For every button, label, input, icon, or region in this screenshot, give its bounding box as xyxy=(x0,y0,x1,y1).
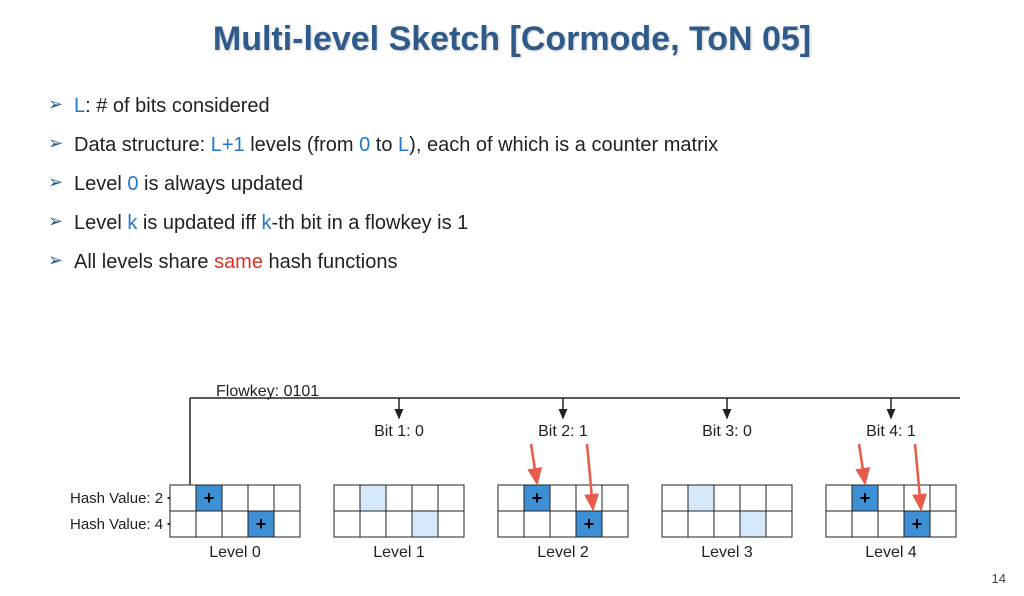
grid-cell xyxy=(196,511,222,537)
grid-cell xyxy=(714,485,740,511)
grid-cell xyxy=(360,511,386,537)
grid-cell xyxy=(826,511,852,537)
grid-cell xyxy=(412,485,438,511)
page-number: 14 xyxy=(992,571,1006,586)
b2-p1: Data structure: xyxy=(74,134,211,156)
grid-cell xyxy=(360,485,386,511)
level-label: Level 3 xyxy=(701,544,753,561)
bullet-list: L: # of bits considered Data structure: … xyxy=(48,87,1024,282)
slide-title: Multi-level Sketch [Cormode, ToN 05] xyxy=(0,20,1024,59)
grid-cell xyxy=(688,511,714,537)
grid-cell xyxy=(498,511,524,537)
bullet-1-rest: : # of bits considered xyxy=(85,95,270,117)
b3-zero: 0 xyxy=(127,173,138,195)
grid-cell xyxy=(662,485,688,511)
grid-cell xyxy=(878,485,904,511)
bullet-2: Data structure: L+1 levels (from 0 to L)… xyxy=(48,126,1024,165)
grid-cell xyxy=(550,511,576,537)
grid-cell xyxy=(274,485,300,511)
grid-cell xyxy=(740,485,766,511)
hash-label-2: Hash Value: 4 xyxy=(70,516,163,533)
update-arrow xyxy=(859,444,865,483)
plus-icon: + xyxy=(256,514,267,534)
grid-cell xyxy=(170,485,196,511)
b3-p1: Level xyxy=(74,173,127,195)
grid-cell xyxy=(826,485,852,511)
grid-cell xyxy=(930,511,956,537)
b4-p3: -th bit in a flowkey is 1 xyxy=(272,212,469,234)
grid-cell xyxy=(878,511,904,537)
b2-L: L xyxy=(398,134,409,156)
level-label: Level 4 xyxy=(865,544,917,561)
grid-cell xyxy=(602,485,628,511)
grid-cell xyxy=(334,485,360,511)
bullet-1: L: # of bits considered xyxy=(48,87,1024,126)
b2-p2: levels (from xyxy=(245,134,359,156)
b3-p2: is always updated xyxy=(139,173,304,195)
plus-icon: + xyxy=(912,514,923,534)
plus-icon: + xyxy=(584,514,595,534)
grid-cell xyxy=(904,485,930,511)
grid-cell xyxy=(766,511,792,537)
grid-cell xyxy=(852,511,878,537)
grid-cell xyxy=(688,485,714,511)
grid-cell xyxy=(550,485,576,511)
bullet-1-L: L xyxy=(74,95,85,117)
flowkey-label: Flowkey: 0101 xyxy=(216,383,319,400)
grid-cell xyxy=(438,511,464,537)
b2-zero: 0 xyxy=(359,134,370,156)
hash-label-1: Hash Value: 2 xyxy=(70,490,163,507)
bullet-5: All levels share same hash functions xyxy=(48,243,1024,282)
grid-cell xyxy=(662,511,688,537)
grid-cell xyxy=(602,511,628,537)
bit-label: Bit 3: 0 xyxy=(702,423,752,440)
bit-label: Bit 1: 0 xyxy=(374,423,424,440)
grid-cell xyxy=(524,511,550,537)
b2-p3: to xyxy=(370,134,398,156)
grid-cell xyxy=(386,485,412,511)
level-label: Level 0 xyxy=(209,544,261,561)
grid-cell xyxy=(170,511,196,537)
b4-p2: is updated iff xyxy=(137,212,261,234)
sketch-diagram: Flowkey: 0101 Hash Value: 2 Hash Value: 4 +… xyxy=(0,380,1024,580)
b2-Lp1: L+1 xyxy=(211,134,245,156)
grid-cell xyxy=(274,511,300,537)
plus-icon: + xyxy=(532,488,543,508)
grid-cell xyxy=(498,485,524,511)
b2-p4: ), each of which is a counter matrix xyxy=(409,134,718,156)
plus-icon: + xyxy=(860,488,871,508)
plus-icon: + xyxy=(204,488,215,508)
bit-label: Bit 2: 1 xyxy=(538,423,588,440)
grid-cell xyxy=(438,485,464,511)
grid-cell xyxy=(740,511,766,537)
bit-label: Bit 4: 1 xyxy=(866,423,916,440)
level-label: Level 1 xyxy=(373,544,425,561)
b4-k2: k xyxy=(262,212,272,234)
grid-cell xyxy=(248,485,274,511)
grid-cell xyxy=(334,511,360,537)
grid-cell xyxy=(386,511,412,537)
grid-cell xyxy=(222,485,248,511)
bullet-4: Level k is updated iff k-th bit in a flo… xyxy=(48,204,1024,243)
b4-k: k xyxy=(127,212,137,234)
b5-p2: hash functions xyxy=(263,251,398,273)
grid-cell xyxy=(714,511,740,537)
bullet-3: Level 0 is always updated xyxy=(48,165,1024,204)
grid-cell xyxy=(222,511,248,537)
grid-cell xyxy=(576,485,602,511)
b5-p1: All levels share xyxy=(74,251,214,273)
b5-same: same xyxy=(214,251,263,273)
update-arrow xyxy=(531,444,537,483)
grid-cell xyxy=(930,485,956,511)
b4-p1: Level xyxy=(74,212,127,234)
level-label: Level 2 xyxy=(537,544,589,561)
grid-cell xyxy=(766,485,792,511)
grid-cell xyxy=(412,511,438,537)
